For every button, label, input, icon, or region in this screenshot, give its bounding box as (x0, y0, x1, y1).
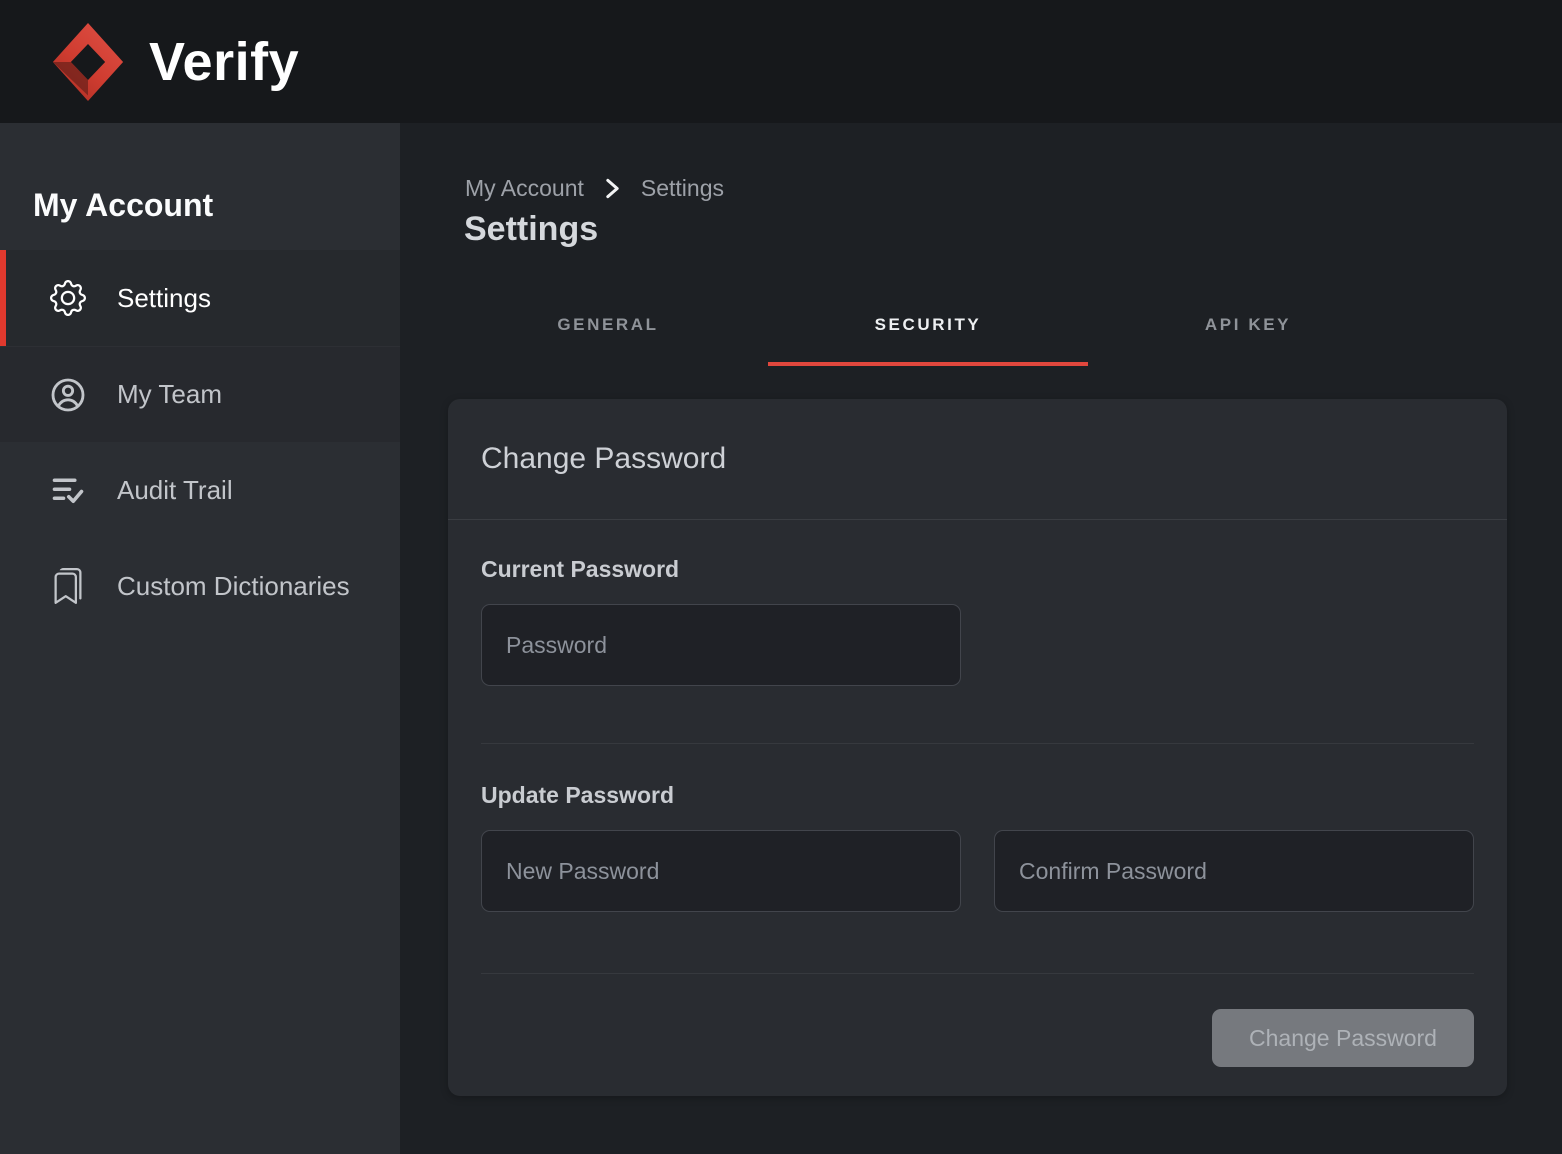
breadcrumb-my-account[interactable]: My Account (465, 175, 584, 202)
user-circle-icon (49, 376, 86, 413)
sidebar-item-label: Audit Trail (117, 475, 233, 506)
sidebar-heading: My Account (0, 123, 400, 250)
sidebar-item-label: Custom Dictionaries (117, 571, 350, 602)
bookmarks-icon (49, 568, 86, 605)
card-title: Change Password (448, 399, 1507, 520)
sidebar-item-settings[interactable]: Settings (0, 250, 400, 346)
card-footer: Change Password (481, 1009, 1474, 1067)
sidebar-item-label: Settings (117, 283, 211, 314)
gear-icon (49, 280, 86, 317)
change-password-button[interactable]: Change Password (1212, 1009, 1474, 1067)
section-divider (481, 743, 1474, 744)
sidebar-nav: Settings My Team Audit Tr (0, 250, 400, 634)
breadcrumb-settings[interactable]: Settings (641, 175, 724, 202)
sidebar-item-my-team[interactable]: My Team (0, 346, 400, 442)
confirm-password-input[interactable] (994, 830, 1474, 912)
tab-api-key[interactable]: API KEY (1088, 315, 1408, 366)
current-password-label: Current Password (481, 556, 1474, 583)
main-content: My Account Settings Settings GENERAL SEC… (400, 123, 1562, 1154)
breadcrumb: My Account Settings (465, 175, 1562, 202)
tab-security[interactable]: SECURITY (768, 315, 1088, 366)
tab-general[interactable]: GENERAL (448, 315, 768, 366)
change-password-card: Change Password Current Password Update … (448, 399, 1507, 1096)
sidebar-item-audit-trail[interactable]: Audit Trail (0, 442, 400, 538)
sidebar: My Account Settings My Team (0, 123, 400, 1154)
current-password-input[interactable] (481, 604, 961, 686)
top-bar: Verify (0, 0, 1562, 123)
sidebar-item-custom-dictionaries[interactable]: Custom Dictionaries (0, 538, 400, 634)
card-body: Current Password Update Password Change … (448, 520, 1507, 1067)
update-password-label: Update Password (481, 782, 1474, 809)
footer-divider (481, 973, 1474, 974)
red-diamond-logo-icon (49, 20, 127, 104)
new-password-input[interactable] (481, 830, 961, 912)
page-title: Settings (464, 210, 1562, 249)
sidebar-item-label: My Team (117, 379, 222, 410)
chevron-right-icon (604, 178, 621, 199)
brand-name: Verify (149, 31, 299, 93)
list-check-icon (49, 472, 86, 509)
tab-bar: GENERAL SECURITY API KEY (448, 315, 1408, 366)
